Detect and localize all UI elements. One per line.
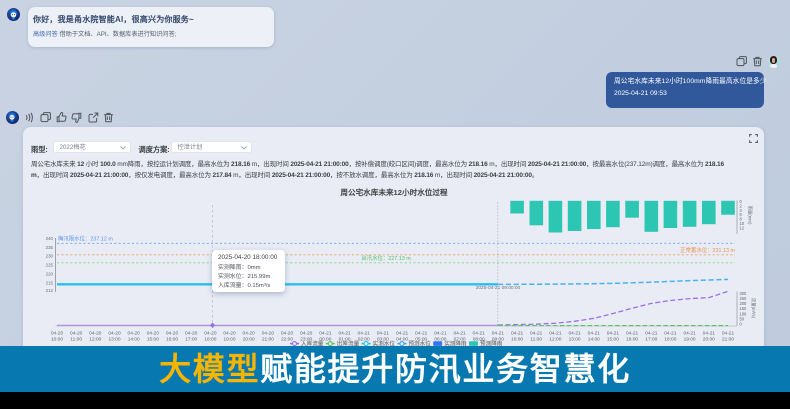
- svg-text:04-20: 04-20: [185, 331, 198, 337]
- svg-text:04-20: 04-20: [128, 331, 141, 337]
- svg-text:225: 225: [46, 263, 54, 268]
- svg-text:04-21: 04-21: [338, 331, 351, 337]
- svg-text:18:00: 18:00: [204, 336, 216, 342]
- svg-text:12:00: 12:00: [89, 336, 101, 342]
- svg-text:20:00: 20:00: [243, 336, 255, 342]
- svg-text:12:00: 12:00: [549, 336, 561, 342]
- svg-text:17:00: 17:00: [185, 336, 197, 342]
- svg-text:04-21: 04-21: [549, 331, 562, 337]
- svg-text:04-21: 04-21: [434, 331, 447, 337]
- svg-text:04-20: 04-20: [147, 331, 160, 337]
- svg-text:04-21: 04-21: [473, 331, 486, 337]
- svg-text:04-21: 04-21: [607, 331, 620, 337]
- svg-text:0: 0: [740, 321, 743, 326]
- svg-text:正常蓄水位：231.13 m: 正常蓄水位：231.13 m: [680, 246, 735, 254]
- svg-text:04-20: 04-20: [89, 331, 102, 337]
- svg-text:04-21: 04-21: [645, 331, 658, 337]
- svg-text:21:00: 21:00: [722, 336, 734, 342]
- svg-text:04-21: 04-21: [703, 331, 716, 337]
- svg-text:04-20: 04-20: [108, 331, 121, 337]
- svg-text:04-20: 04-20: [243, 331, 256, 337]
- svg-text:14:00: 14:00: [588, 336, 600, 342]
- svg-text:13:00: 13:00: [108, 336, 120, 342]
- svg-text:台汛水位：227.13 m: 台汛水位：227.13 m: [361, 254, 411, 262]
- svg-text:04-21: 04-21: [415, 331, 428, 337]
- svg-text:04-21: 04-21: [664, 331, 677, 337]
- svg-text:240: 240: [46, 236, 54, 241]
- svg-text:04-21: 04-21: [396, 331, 409, 337]
- svg-text:04-21: 04-21: [626, 331, 639, 337]
- svg-text:20:00: 20:00: [703, 336, 715, 342]
- svg-text:周公宅水库未来12小时水位过程: 周公宅水库未来12小时水位过程: [340, 187, 448, 197]
- svg-text:04-21: 04-21: [530, 331, 543, 337]
- svg-text:04-21: 04-21: [358, 331, 371, 337]
- svg-text:17:00: 17:00: [645, 336, 657, 342]
- svg-text:10:00: 10:00: [511, 336, 523, 342]
- svg-text:19:00: 19:00: [223, 336, 235, 342]
- svg-text:22:00: 22:00: [281, 336, 293, 342]
- svg-text:16:00: 16:00: [626, 336, 638, 342]
- svg-text:04-21: 04-21: [588, 331, 601, 337]
- svg-text:02:00: 02:00: [358, 336, 370, 342]
- svg-text:230: 230: [46, 254, 54, 259]
- svg-text:10:00: 10:00: [51, 336, 63, 342]
- svg-text:11:00: 11:00: [530, 336, 542, 342]
- svg-text:12: 12: [740, 225, 745, 230]
- svg-text:04-21: 04-21: [722, 331, 735, 337]
- svg-text:04-21: 04-21: [453, 331, 466, 337]
- svg-text:19:00: 19:00: [684, 336, 696, 342]
- svg-text:220: 220: [46, 272, 54, 277]
- svg-text:04-21: 04-21: [377, 331, 390, 337]
- svg-text:14:00: 14:00: [128, 336, 140, 342]
- svg-text:04-21: 04-21: [568, 331, 581, 337]
- svg-text:04-20: 04-20: [70, 331, 83, 337]
- svg-text:13:00: 13:00: [569, 336, 581, 342]
- svg-text:04-20: 04-20: [166, 331, 179, 337]
- svg-text:15:00: 15:00: [607, 336, 619, 342]
- svg-text:18:00: 18:00: [664, 336, 676, 342]
- svg-text:流量(m³/s): 流量(m³/s): [750, 298, 757, 319]
- svg-text:11:00: 11:00: [70, 336, 82, 342]
- svg-text:15:00: 15:00: [147, 336, 159, 342]
- svg-text:梅汛限水位：237.12 m: 梅汛限水位：237.12 m: [58, 235, 113, 243]
- svg-text:215: 215: [46, 280, 54, 285]
- svg-text:04-20: 04-20: [300, 331, 313, 337]
- svg-text:2025-04-21 09:00:00: 2025-04-21 09:00:00: [476, 285, 521, 291]
- svg-text:212: 212: [46, 288, 54, 293]
- svg-text:04-20: 04-20: [281, 331, 294, 337]
- svg-text:04-20: 04-20: [204, 331, 217, 337]
- svg-text:21:00: 21:00: [262, 336, 274, 342]
- svg-text:04-21: 04-21: [319, 331, 332, 337]
- svg-text:04-20: 04-20: [223, 331, 236, 337]
- svg-text:04-20: 04-20: [51, 331, 64, 337]
- svg-text:04-21: 04-21: [683, 331, 696, 337]
- svg-text:雨量(mm): 雨量(mm): [747, 205, 754, 225]
- svg-text:04-20: 04-20: [262, 331, 275, 337]
- svg-text:235: 235: [46, 245, 54, 250]
- svg-text:04-21: 04-21: [511, 331, 524, 337]
- svg-text:16:00: 16:00: [166, 336, 178, 342]
- svg-text:04-21: 04-21: [492, 331, 505, 337]
